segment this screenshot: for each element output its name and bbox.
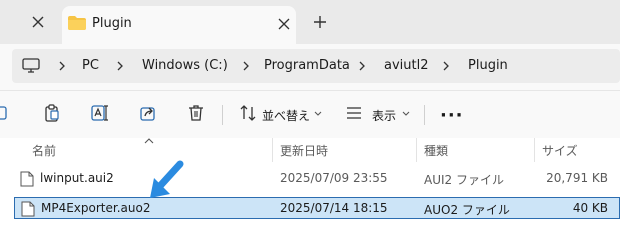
view-label[interactable]: 表示 (372, 107, 396, 124)
file-type: AUI2 ファイル (424, 173, 504, 187)
breadcrumb-plugin[interactable]: Plugin (468, 58, 508, 73)
breadcrumb-pc[interactable]: PC (82, 58, 99, 73)
file-icon (20, 171, 34, 187)
chevron-down-icon[interactable] (402, 111, 410, 117)
sort-caret-icon (144, 138, 154, 144)
folder-icon (68, 16, 86, 30)
chevron-right-icon[interactable] (242, 61, 250, 71)
divider (222, 105, 223, 125)
column-header-date[interactable]: 更新日時 (280, 142, 328, 159)
delete-icon[interactable] (186, 103, 206, 123)
breadcrumb-aviutl2[interactable]: aviutl2 (384, 58, 429, 73)
file-date: 2025/07/09 23:55 (280, 171, 388, 185)
file-type: AUO2 ファイル (424, 203, 510, 217)
column-header-name[interactable]: 名前 (32, 142, 56, 159)
chevron-right-icon[interactable] (58, 61, 66, 71)
chevron-right-icon[interactable] (442, 61, 450, 71)
rename-icon[interactable] (90, 103, 110, 123)
file-date: 2025/07/14 18:15 (280, 201, 388, 215)
file-size: 20,791 KB (546, 171, 608, 185)
tab-close-icon[interactable] (278, 18, 290, 30)
file-name: MP4Exporter.auo2 (41, 201, 151, 215)
copy-icon[interactable] (0, 103, 12, 123)
plus-icon[interactable] (312, 14, 328, 30)
tab-plugin[interactable]: Plugin (62, 6, 296, 44)
share-icon[interactable] (138, 103, 158, 123)
column-divider[interactable] (272, 138, 273, 162)
annotation-arrow-icon (150, 160, 184, 198)
view-icon[interactable] (344, 103, 364, 123)
address-bar[interactable]: PC Windows (C:) ProgramData aviutl2 Plug… (12, 49, 620, 83)
divider (424, 105, 425, 125)
sort-label[interactable]: 並べ替え (262, 107, 310, 124)
command-bar: 並べ替え 表示 ··· (0, 90, 620, 138)
column-divider[interactable] (416, 138, 417, 162)
more-options-icon[interactable]: ··· (440, 105, 464, 126)
file-size: 40 KB (572, 201, 608, 215)
chevron-down-icon[interactable] (314, 111, 322, 117)
column-header-size[interactable]: サイズ (542, 142, 578, 159)
chevron-right-icon[interactable] (358, 61, 366, 71)
monitor-icon (22, 58, 40, 73)
address-row: PC Windows (C:) ProgramData aviutl2 Plug… (0, 44, 620, 90)
table-row[interactable]: MP4Exporter.auo2 2025/07/14 18:15 AUO2 フ… (14, 197, 620, 219)
close-icon[interactable] (30, 14, 46, 30)
table-row[interactable]: lwinput.aui2 2025/07/09 23:55 AUI2 ファイル … (14, 168, 620, 190)
breadcrumb-programdata[interactable]: ProgramData (264, 58, 350, 73)
file-list: 名前 更新日時 種類 サイズ lwinput.aui2 2025/07/09 2… (0, 138, 620, 242)
column-divider[interactable] (534, 138, 535, 162)
file-icon (21, 201, 35, 217)
tab-strip: Plugin (0, 0, 620, 44)
chevron-right-icon[interactable] (116, 61, 124, 71)
breadcrumb-drive[interactable]: Windows (C:) (142, 58, 228, 73)
sort-icon[interactable] (238, 103, 258, 123)
column-header-type[interactable]: 種類 (424, 142, 448, 159)
file-name: lwinput.aui2 (40, 171, 114, 185)
tab-title: Plugin (92, 16, 132, 31)
paste-icon[interactable] (42, 103, 62, 123)
